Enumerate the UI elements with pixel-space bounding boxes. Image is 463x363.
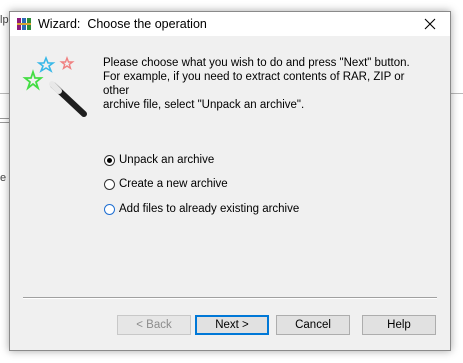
title-main: Choose the operation	[87, 17, 207, 31]
cancel-button[interactable]: Cancel	[276, 315, 350, 335]
title-prefix: Wizard:	[38, 17, 81, 31]
button-separator	[23, 297, 437, 298]
back-button[interactable]: < Back	[117, 315, 191, 335]
option-add[interactable]: Add files to already existing archive	[104, 201, 299, 217]
radio-button[interactable]	[104, 154, 115, 166]
dialog-title: Wizard: Choose the operation	[38, 17, 207, 31]
close-button[interactable]	[410, 12, 450, 36]
wizard-dialog: Wizard: Choose the operation Please choo…	[9, 11, 451, 351]
magic-wand-icon	[22, 55, 87, 117]
option-unpack[interactable]: Unpack an archive	[104, 152, 214, 168]
next-button[interactable]: Next >	[195, 315, 269, 335]
radio-button[interactable]	[104, 178, 115, 190]
instructions-line: archive file, select "Unpack an archive"…	[103, 99, 305, 111]
radio-button[interactable]	[104, 203, 115, 215]
title-bar[interactable]: Wizard: Choose the operation	[10, 12, 450, 36]
option-label: Add files to already existing archive	[119, 203, 300, 215]
winrar-books-icon	[17, 18, 31, 30]
instructions-line: Please choose what you wish to do and pr…	[103, 57, 410, 69]
option-label: Unpack an archive	[119, 154, 215, 166]
help-button[interactable]: Help	[362, 315, 436, 335]
close-icon	[424, 18, 436, 30]
instructions-text: Please choose what you wish to do and pr…	[103, 56, 433, 112]
option-create[interactable]: Create a new archive	[104, 176, 228, 192]
option-label: Create a new archive	[119, 178, 228, 190]
background-help-menu-fragment: lp	[0, 14, 9, 26]
instructions-line: For example, if you need to extract cont…	[103, 71, 405, 97]
